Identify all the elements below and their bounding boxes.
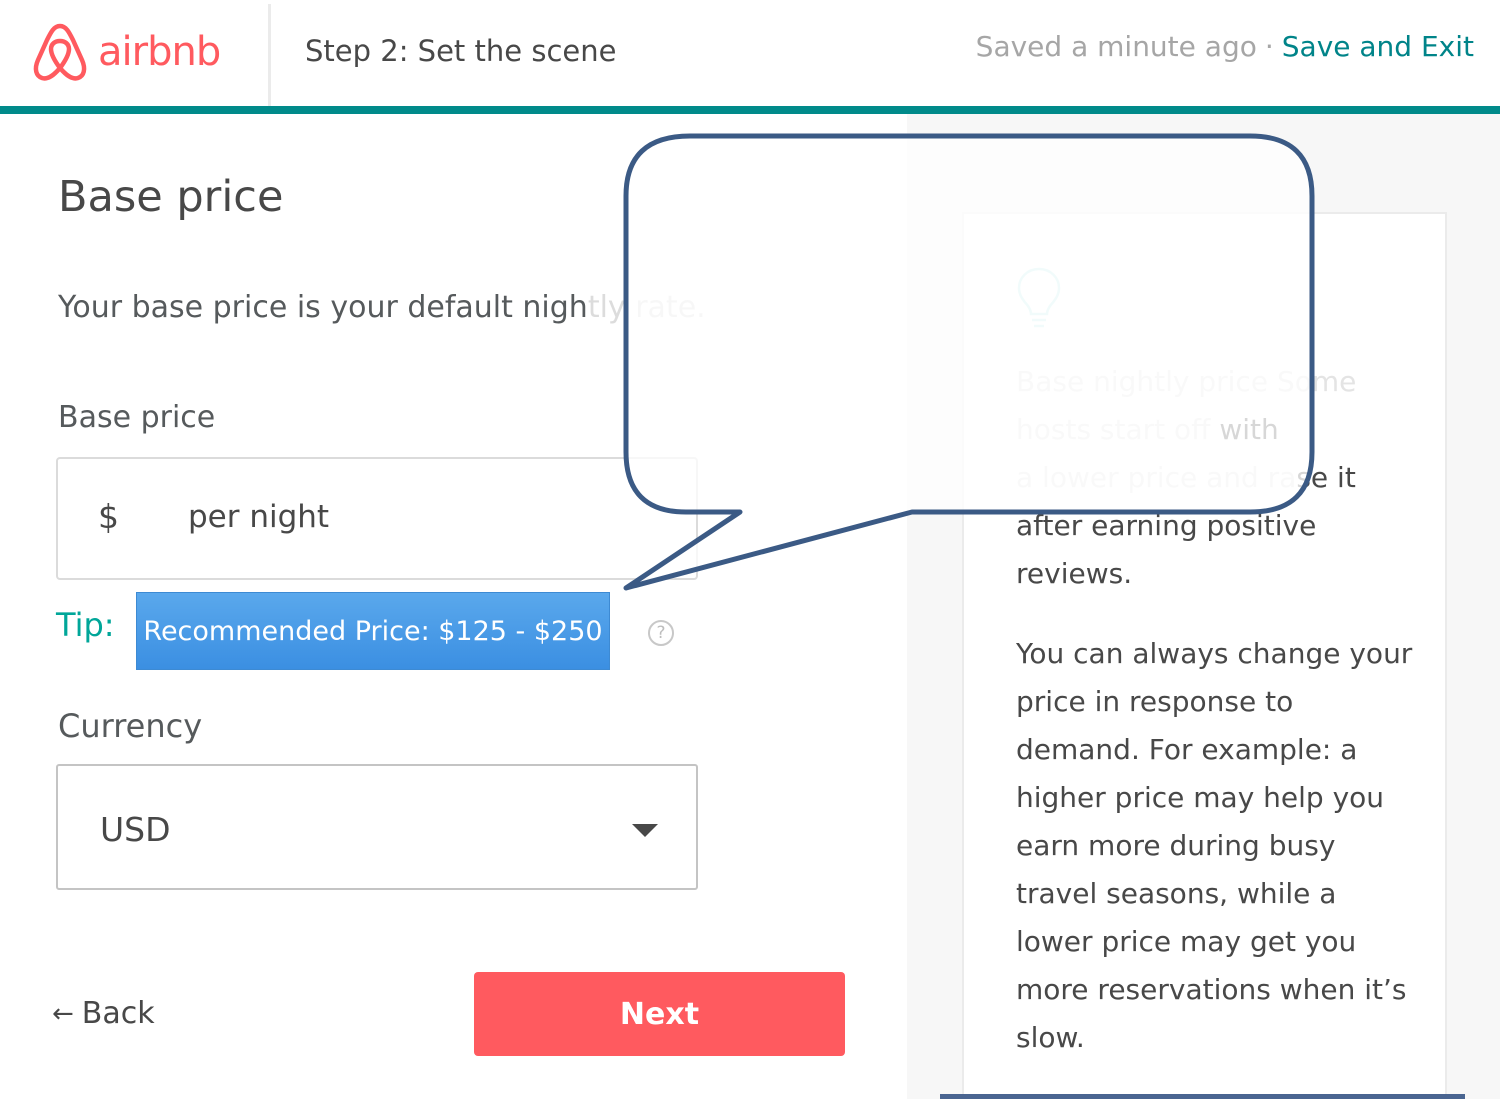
- help-icon[interactable]: ?: [648, 620, 674, 646]
- tip-paragraph-1: Base nightly price Some hosts start off …: [1016, 358, 1416, 598]
- description-faded-text: tly rate.: [587, 290, 706, 325]
- tip-paragraph-2: You can always change your price in resp…: [1016, 637, 1413, 1054]
- tip-heading-faded: Base nightly price Some hosts start off: [1016, 365, 1357, 446]
- step-title: Step 2: Set the scene: [305, 34, 617, 68]
- airbnb-logo[interactable]: airbnb: [30, 20, 221, 84]
- save-and-exit-link[interactable]: Save and Exit: [1282, 30, 1474, 63]
- page-title: Base price: [58, 172, 284, 222]
- save-status-group: Saved a minute ago · Save and Exit: [976, 30, 1474, 63]
- arrow-left-icon: ←: [52, 998, 74, 1029]
- top-header: airbnb Step 2: Set the scene Saved a min…: [0, 0, 1500, 106]
- currency-label: Currency: [58, 707, 203, 745]
- next-button[interactable]: Next: [474, 972, 845, 1056]
- page-description: Your base price is your default nightly …: [58, 290, 706, 325]
- currency-select[interactable]: USD: [56, 764, 698, 890]
- description-text: Your base price is your default nigh: [58, 290, 588, 325]
- tip-line-tail: with: [1219, 413, 1279, 446]
- tip-line-rest: after earning positive reviews.: [1016, 509, 1317, 590]
- chevron-down-icon: [632, 824, 658, 837]
- logo-wordmark: airbnb: [98, 29, 221, 75]
- tip-label: Tip:: [56, 606, 115, 644]
- tip-card-divider: [940, 1094, 1465, 1099]
- currency-symbol: $: [98, 497, 119, 536]
- price-unit-label: per night: [188, 499, 330, 535]
- base-price-label: Base price: [58, 400, 216, 435]
- airbnb-belo-icon: [33, 23, 87, 81]
- progress-bar: [0, 106, 1500, 114]
- currency-selected-value: USD: [100, 810, 171, 849]
- tip-line-faded: a lower price and ra: [1016, 461, 1297, 494]
- header-divider: [268, 4, 271, 106]
- separator-dot: ·: [1264, 30, 1274, 63]
- back-label: Back: [81, 996, 155, 1031]
- lightbulb-icon: [1017, 267, 1061, 328]
- base-price-input[interactable]: $ per night: [56, 457, 698, 580]
- back-button[interactable]: ← Back: [52, 996, 155, 1031]
- tip-line-tail-2: se it: [1296, 461, 1356, 494]
- recommended-price-button[interactable]: Recommended Price: $125 - $250: [136, 592, 610, 670]
- saved-status: Saved a minute ago: [975, 30, 1257, 63]
